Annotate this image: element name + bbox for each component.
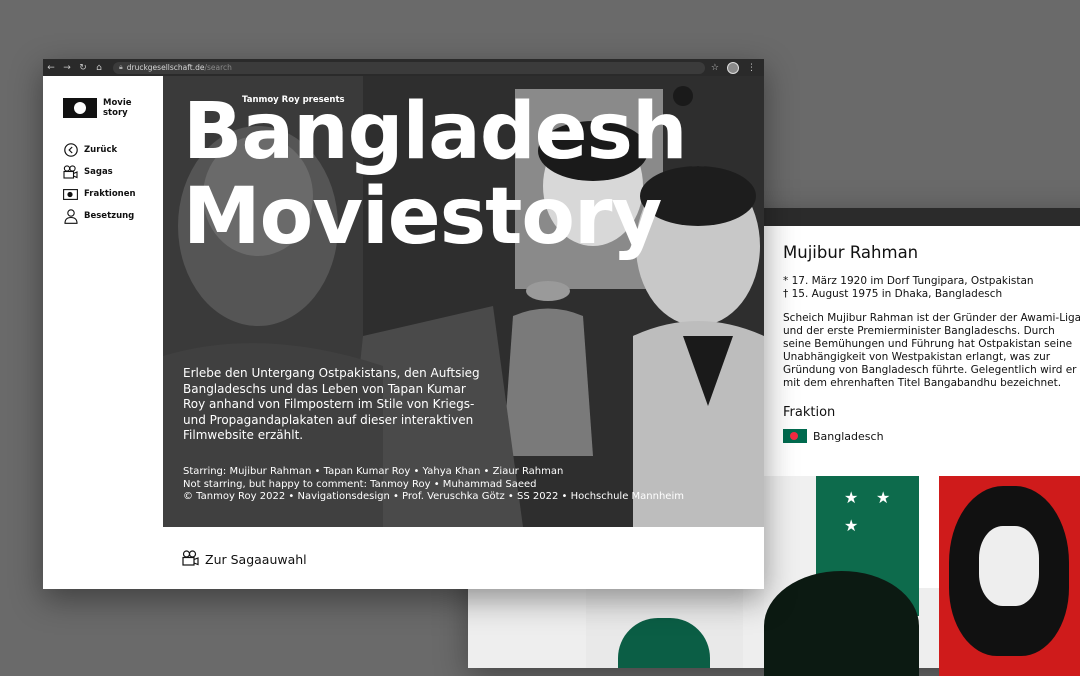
credits: Starring: Mujibur Rahman • Tapan Kumar R… [183,466,684,504]
saga-button-label: Zur Sagaauwahl [205,552,307,567]
death-info: † 15. August 1975 in Dhaka, Bangladesch [783,288,1003,300]
poster-thumbnail[interactable]: ★ ★ ★ [764,476,919,676]
sidebar-item-sagas[interactable]: Sagas [63,164,136,180]
bangladesh-flag-icon [783,429,807,443]
credits-line: Starring: Mujibur Rahman • Tapan Kumar R… [183,466,564,477]
logo-line1: Movie [103,98,132,108]
sidebar-item-cast[interactable]: Besetzung [63,208,136,224]
character-bio: Scheich Mujibur Rahman ist der Gründer d… [783,312,1080,389]
faction-heading: Fraktion [783,405,836,420]
poster-thumbnail[interactable] [586,588,743,668]
url-host: druckgesellschaft.de [126,63,205,72]
sidebar-item-back[interactable]: Zurück [63,142,136,158]
hero-description: Erlebe den Untergang Ostpakistans, den A… [183,366,480,442]
logo-mark-icon [63,98,97,118]
credits-line: Not starring, but happy to comment: Tanm… [183,478,537,490]
profile-avatar[interactable] [727,61,739,74]
menu-dots-icon[interactable]: ⋮ [747,63,756,73]
poster-thumbnail[interactable] [939,476,1080,676]
logo-line2: story [103,108,128,118]
home-icon[interactable]: ⌂ [91,63,107,73]
back-arrow-icon[interactable]: ← [43,63,59,73]
title-line1: Bangladesh [183,87,688,177]
credits-line: © Tanmoy Roy 2022 • Navigationsdesign • … [183,491,684,502]
faction-name: Bangladesch [813,429,884,443]
poster-figure [618,618,710,668]
address-bar[interactable]: 🔒︎ druckgesellschaft.de/search [113,61,705,74]
poster-crowd [764,571,919,676]
star-icon: ★ [876,488,891,507]
browser-window: ← → ↻ ⌂ 🔒︎ druckgesellschaft.de/search ☆… [43,59,764,589]
logo-text: Movie story [103,98,132,118]
lock-icon: 🔒︎ [119,63,123,71]
character-name: Mujibur Rahman [783,243,919,262]
star-icon: ★ [844,516,859,535]
sidebar-item-factions[interactable]: Fraktionen [63,186,136,202]
birth-info: * 17. März 1920 im Dorf Tungipara, Ostpa… [783,275,1034,287]
arrow-left-circle-icon [63,143,78,158]
browser-toolbar: ← → ↻ ⌂ 🔒︎ druckgesellschaft.de/search ☆… [43,59,764,76]
poster-face [949,486,1069,656]
sidebar-item-label: Besetzung [84,211,135,221]
url-path: /search [204,63,232,72]
reload-icon[interactable]: ↻ [75,63,91,73]
sidebar-item-label: Zurück [84,145,118,155]
flag-icon [63,187,78,202]
sidebar-item-label: Fraktionen [84,189,136,199]
forward-arrow-icon[interactable]: → [59,63,75,73]
saga-selection-button[interactable]: Zur Sagaauwahl [182,550,307,569]
hero-banner: Tanmoy Roy presents Bangladesh Moviestor… [163,76,764,527]
page-title: Bangladesh Moviestory [183,87,688,262]
film-camera-icon [182,550,199,569]
site-logo[interactable]: Movie story [63,98,132,118]
title-line2: Moviestory [183,172,662,262]
person-icon [63,208,78,224]
sidebar-item-label: Sagas [84,167,113,177]
sidebar-menu: Zurück Sagas Fraktionen Besetzung [63,142,136,230]
film-camera-icon [63,165,78,180]
character-profile: Mujibur Rahman * 17. März 1920 im Dorf T… [783,243,1080,443]
bookmark-star-icon[interactable]: ☆ [711,63,719,73]
star-icon: ★ [844,488,859,507]
faction-link[interactable]: Bangladesch [783,429,1080,443]
sidebar: Movie story Zurück Sagas Fraktionen Bese… [43,76,163,589]
